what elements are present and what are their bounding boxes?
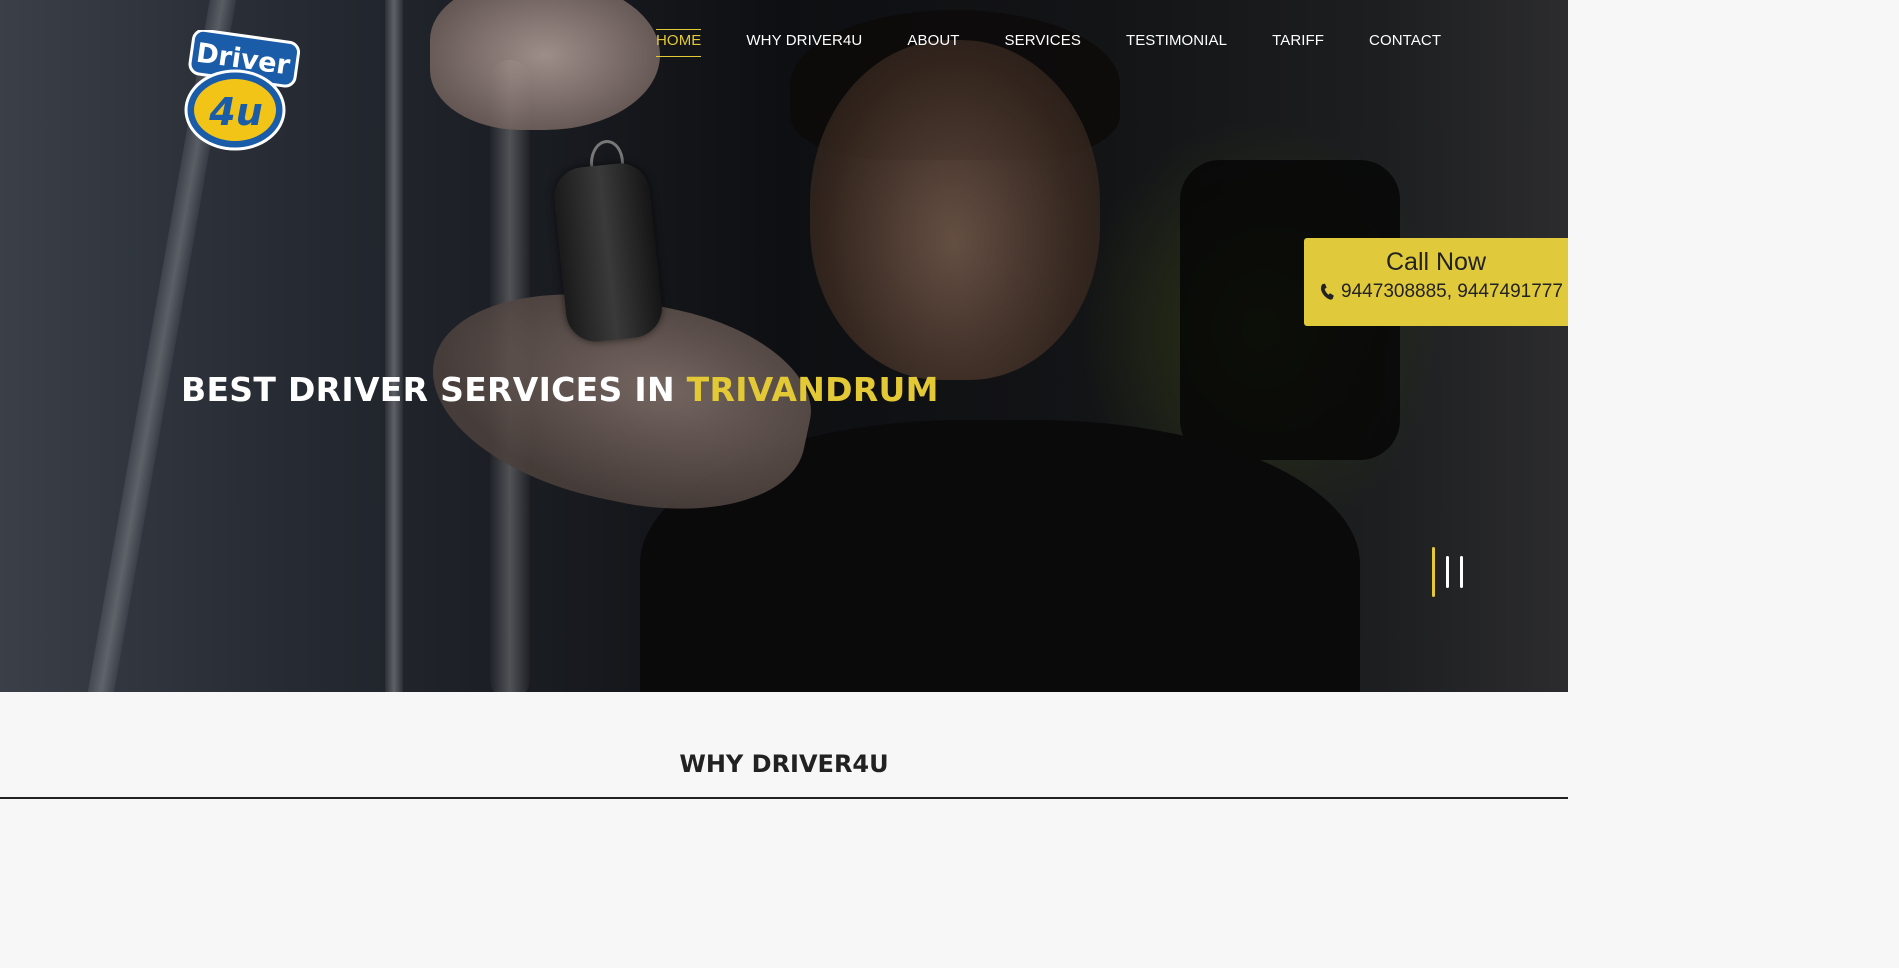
slider-pagination: [1432, 547, 1463, 597]
call-now-title: Call Now: [1385, 248, 1487, 276]
nav-contact[interactable]: CONTACT: [1369, 32, 1441, 53]
call-phone-numbers[interactable]: 9447308885, 9447491777: [1341, 281, 1563, 303]
headline-accent: TRIVANDRUM: [686, 370, 939, 409]
logo-text-4u: 4u: [208, 90, 263, 134]
slider-dot-2[interactable]: [1446, 556, 1449, 588]
nav-tariff[interactable]: TARIFF: [1272, 32, 1324, 53]
nav-home[interactable]: HOME: [656, 29, 702, 57]
phone-icon: [1321, 283, 1334, 300]
car-door-edge: [385, 0, 403, 692]
driver-face: [810, 40, 1100, 380]
call-phone-row: 9447308885, 9447491777: [1304, 281, 1568, 303]
call-now-widget[interactable]: Call Now 9447308885, 9447491777: [1304, 238, 1568, 326]
nav-services[interactable]: SERVICES: [1005, 32, 1081, 53]
nav-why-driver4u[interactable]: WHY DRIVER4U: [746, 32, 862, 53]
slider-dot-3[interactable]: [1460, 556, 1463, 588]
hero-headline: BEST DRIVER SERVICES IN TRIVANDRUM: [181, 370, 939, 409]
nav-about[interactable]: ABOUT: [907, 32, 959, 53]
main-nav: HOME WHY DRIVER4U ABOUT SERVICES TESTIMO…: [656, 29, 1441, 57]
page-bottom-border: [0, 797, 1568, 799]
slider-dot-1[interactable]: [1432, 547, 1435, 597]
driver4u-logo[interactable]: Driver 4u: [183, 30, 303, 154]
car-key-fob: [551, 160, 665, 345]
nav-testimonial[interactable]: TESTIMONIAL: [1126, 32, 1227, 53]
why-section: [0, 692, 1568, 797]
hand-with-key: [430, 0, 660, 130]
headline-main: BEST DRIVER SERVICES IN: [181, 370, 687, 409]
section-title-why-driver4u: WHY DRIVER4U: [679, 750, 889, 778]
